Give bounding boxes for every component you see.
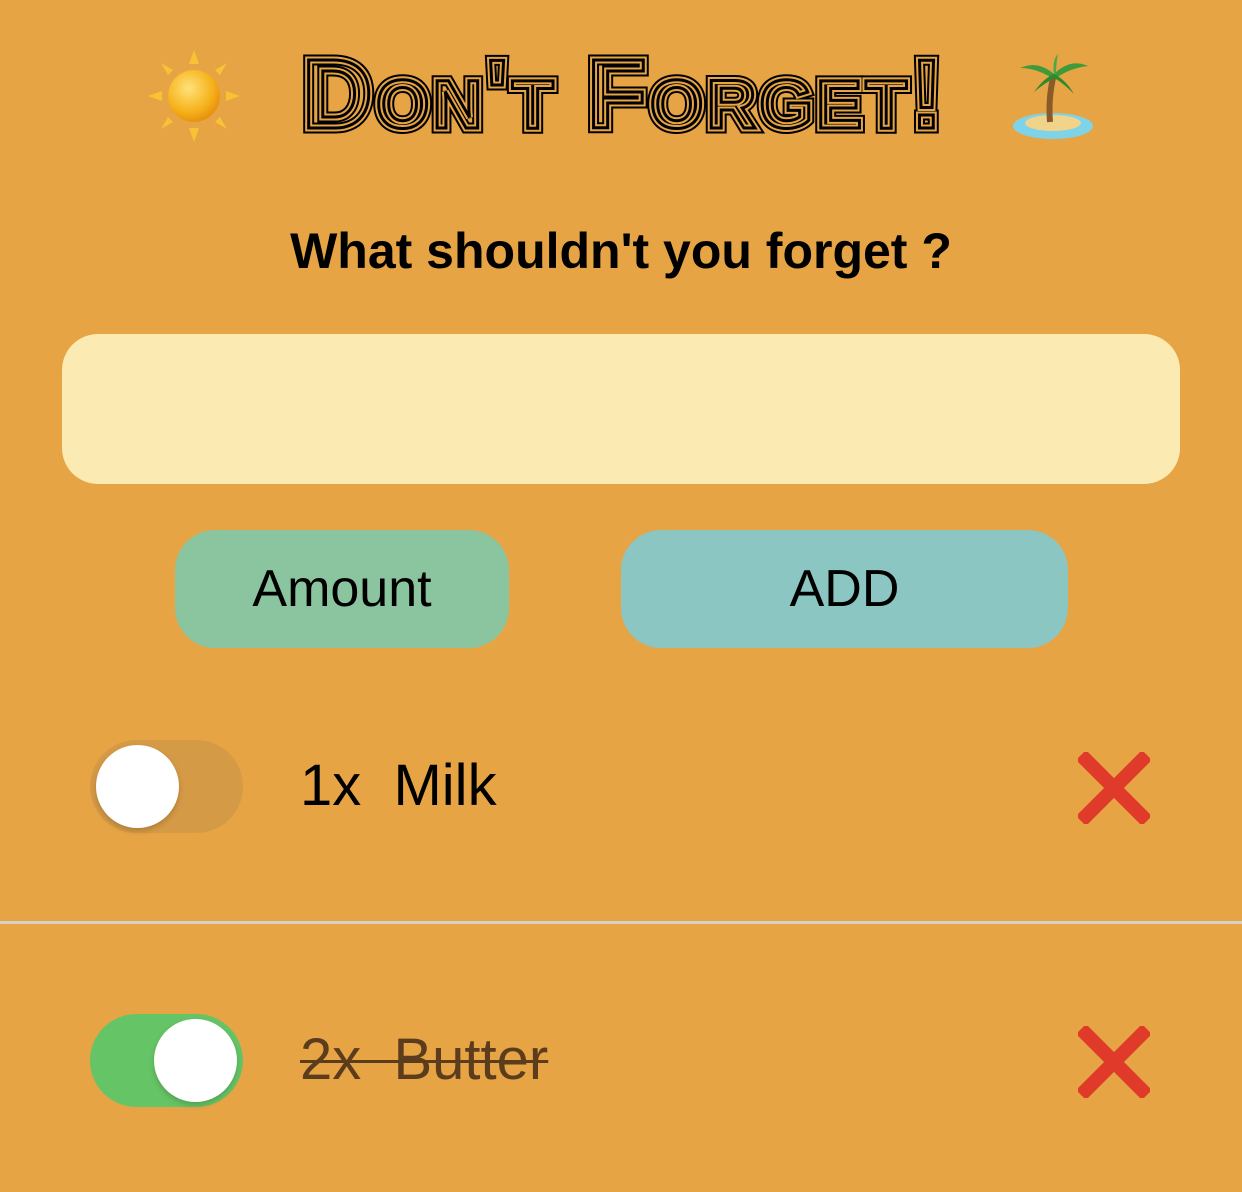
done-toggle[interactable] — [90, 1014, 243, 1107]
toggle-knob — [96, 745, 179, 828]
title-bar: Don't Forget! Don't Forget! Don't Forget… — [0, 40, 1242, 150]
list-divider — [0, 921, 1242, 924]
item-label: 2x Butter — [300, 1027, 549, 1092]
red-x-icon[interactable] — [1076, 750, 1152, 826]
sun-icon — [148, 50, 240, 142]
add-button[interactable]: ADD — [621, 530, 1068, 648]
red-x-icon[interactable] — [1076, 1024, 1152, 1100]
item-input[interactable] — [62, 334, 1180, 484]
list-item: 1x Milk — [0, 700, 1242, 880]
list-item: 2x Butter — [0, 974, 1242, 1154]
desert-island-icon — [1008, 52, 1098, 142]
toggle-knob — [154, 1019, 237, 1102]
item-label: 1x Milk — [300, 753, 497, 818]
app-title: Don't Forget! Don't Forget! Don't Forget… — [244, 44, 1004, 144]
amount-button[interactable]: Amount — [175, 530, 509, 648]
done-toggle[interactable] — [90, 740, 243, 833]
app-title-text-core: Don't Forget! — [302, 44, 946, 144]
amount-button-label: Amount — [252, 560, 432, 618]
prompt-heading: What shouldn't you forget ? — [290, 223, 952, 279]
add-button-label: ADD — [789, 560, 900, 618]
